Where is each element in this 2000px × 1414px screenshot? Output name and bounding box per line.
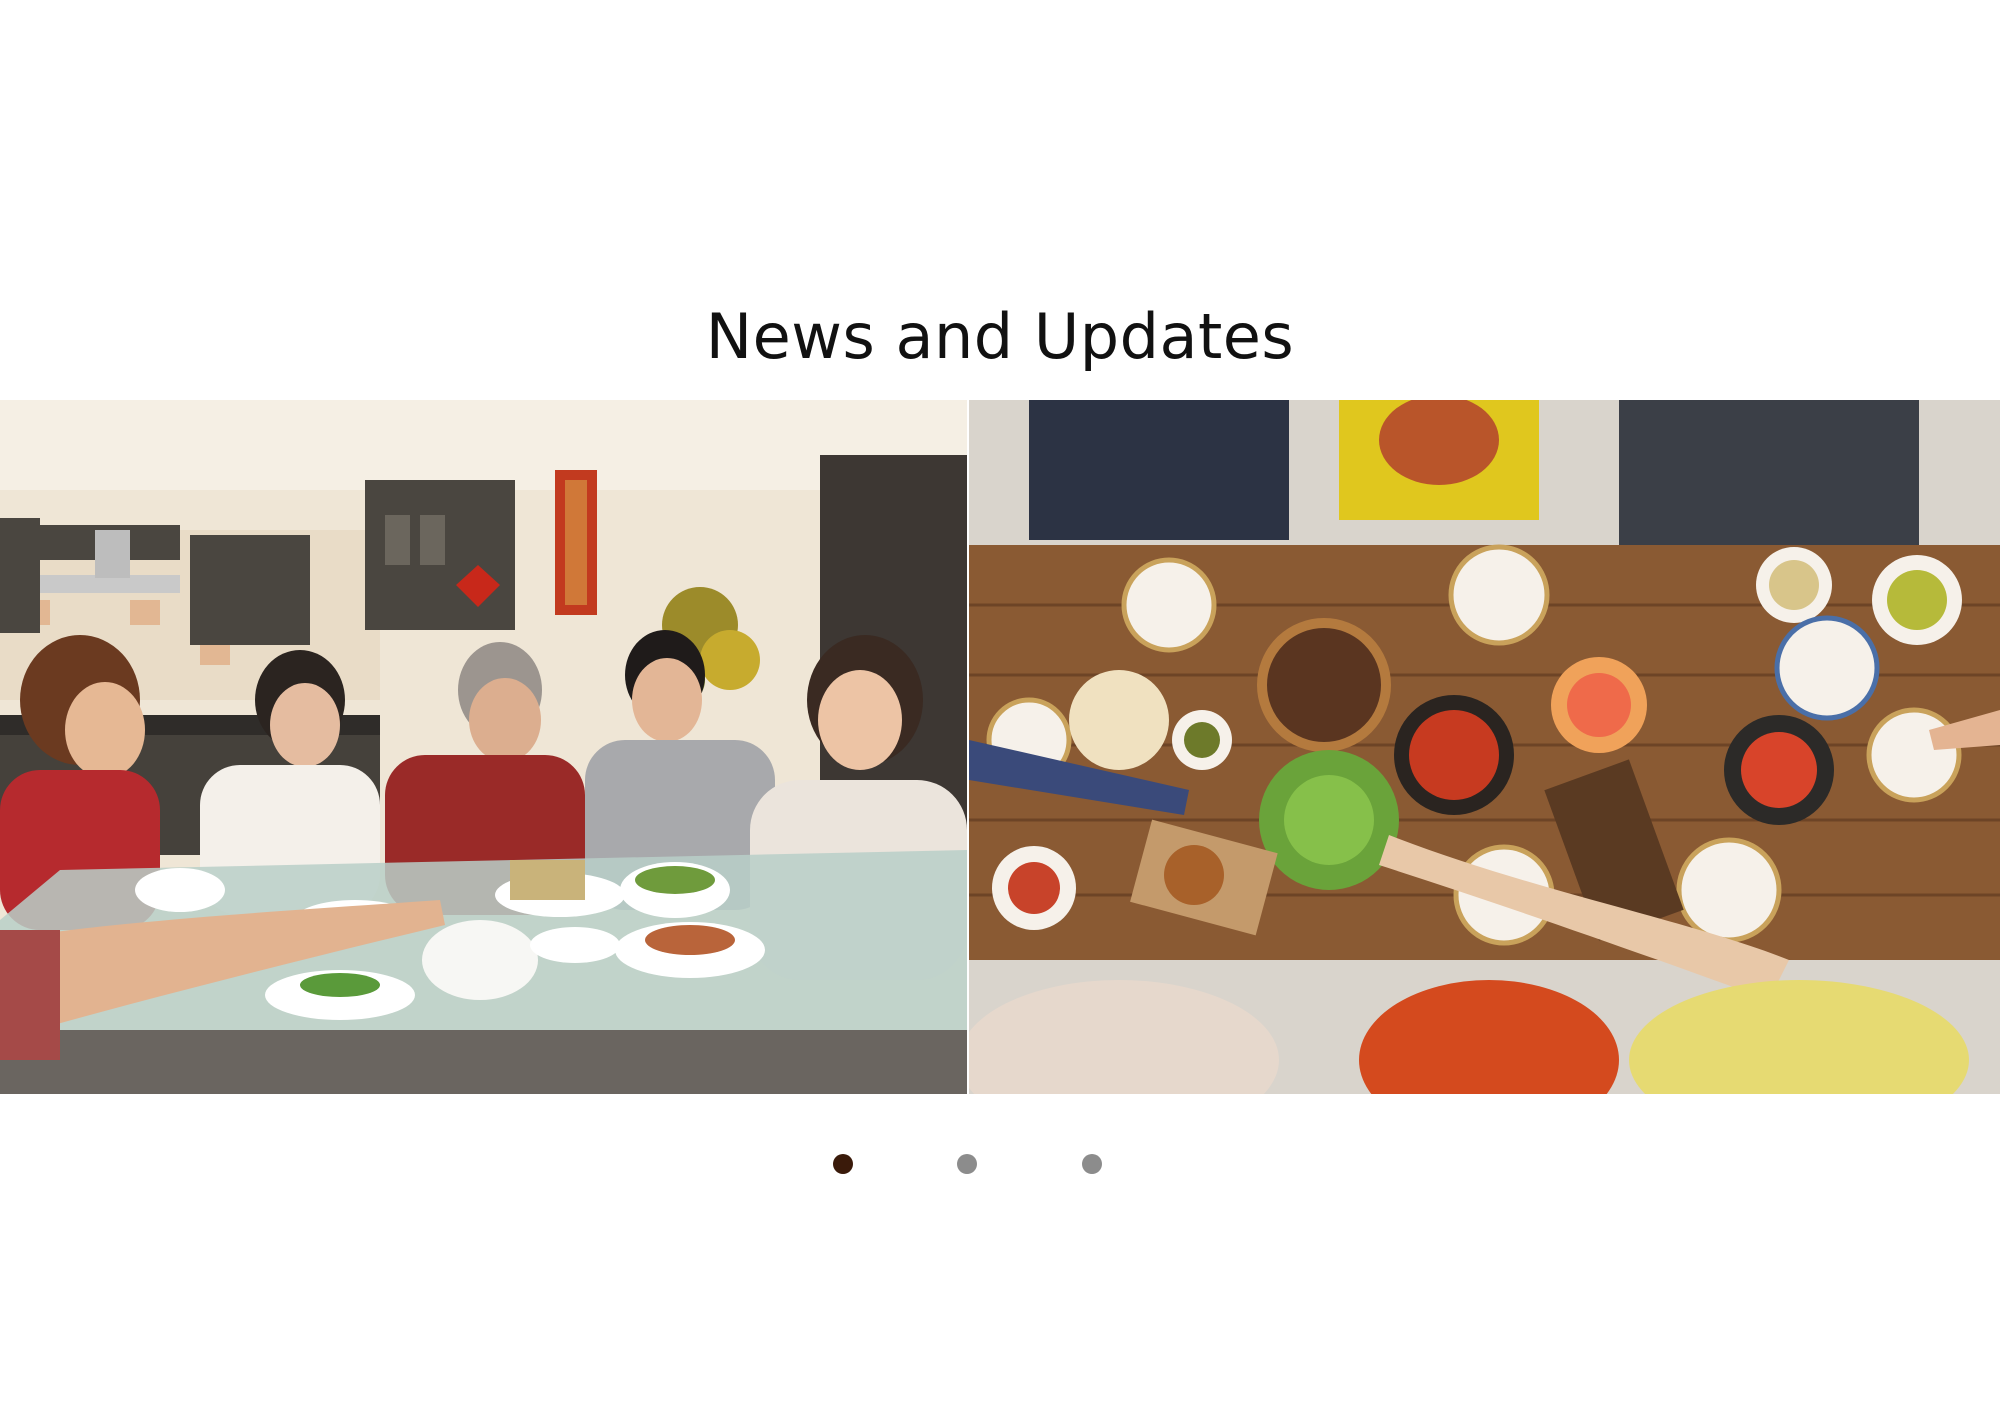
news-carousel[interactable] — [0, 400, 2000, 1094]
slide-family-dinner[interactable] — [0, 400, 967, 1094]
family-dinner-photo — [0, 400, 967, 1094]
overhead-dinner-table-photo — [969, 400, 2000, 1094]
carousel-dot-3[interactable] — [1082, 1154, 1102, 1174]
section-title: News and Updates — [705, 300, 1295, 373]
carousel-pagination — [0, 1150, 2000, 1178]
carousel-dot-2[interactable] — [957, 1154, 977, 1174]
carousel-dot-1[interactable] — [833, 1154, 853, 1174]
slide-overhead-table[interactable] — [969, 400, 2000, 1094]
